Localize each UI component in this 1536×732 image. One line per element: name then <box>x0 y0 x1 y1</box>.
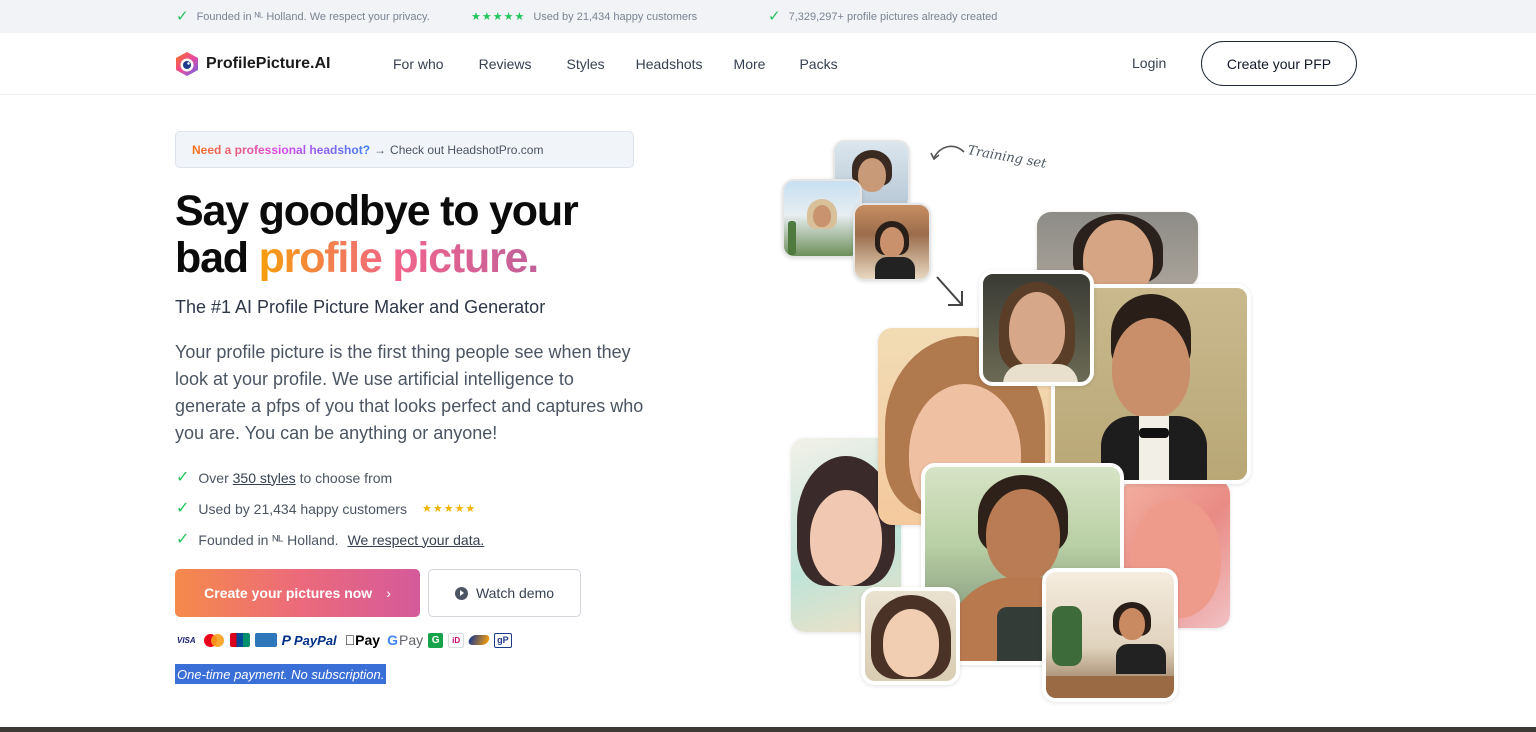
watch-demo-label: Watch demo <box>475 585 555 601</box>
giropay-icon: gP <box>494 632 512 648</box>
styles-link[interactable]: 350 styles <box>233 470 296 486</box>
google-pay-text: Pay <box>388 632 423 648</box>
generated-portrait-anime-small <box>861 587 960 685</box>
training-set-label: Training set <box>966 143 1048 172</box>
rating-stars: ★★★★★ <box>471 11 526 23</box>
nav-link-reviews[interactable]: Reviews <box>479 56 532 72</box>
feature-text-post: to choose from <box>299 469 393 486</box>
apple-pay-icon: Pay <box>344 632 380 648</box>
feature-item-founded: ✓ Founded in ᴺᴸ Holland. We respect your… <box>176 524 484 555</box>
feature-text: Used by 21,434 happy customers <box>198 500 407 517</box>
headline-line-1: Say goodbye to your <box>175 187 579 235</box>
mastercard-icon <box>203 633 225 648</box>
trust-item-customers: ★★★★★ Used by 21,434 happy customers <box>471 0 697 33</box>
rating-stars: ★★★★★ <box>421 503 477 515</box>
logo-text: ProfilePicture.AI <box>206 55 331 72</box>
unionpay-icon <box>229 633 250 647</box>
headline-highlight: profile picture. <box>258 234 540 282</box>
paypal-p: P <box>281 632 292 648</box>
hero-description: Your profile picture is the first thing … <box>175 342 644 443</box>
privacy-link[interactable]: We respect your data. <box>348 532 485 548</box>
logo[interactable]: ProfilePicture.AI <box>174 51 330 77</box>
feature-list: ✓ Over 350 styles to choose from ✓ Used … <box>176 462 484 555</box>
nav-link-for-who[interactable]: For who <box>393 56 444 72</box>
feature-text: Over 350 styles to choose from <box>198 470 392 486</box>
promo-link-text: Check out HeadshotPro.com <box>390 142 544 157</box>
amex-icon <box>254 633 277 647</box>
trust-founded-text: Founded in ᴺᴸ Holland. We respect your p… <box>196 10 430 23</box>
watch-demo-button[interactable]: Watch demo <box>428 569 581 617</box>
subheading: The #1 AI Profile Picture Maker and Gene… <box>175 297 546 317</box>
nav-links: For who Reviews Styles Headshots More Pa… <box>393 33 838 95</box>
check-icon: ✓ <box>176 530 190 548</box>
trust-item-pictures: ✓ 7,329,297+ profile pictures already cr… <box>768 0 997 33</box>
paypal-icon: P PayPal <box>282 632 337 648</box>
create-pictures-button[interactable]: Create your pictures now › <box>175 569 420 617</box>
create-pictures-label: Create your pictures now <box>204 585 373 601</box>
google-g: G <box>376 632 398 648</box>
headshotpro-banner[interactable]: Need a professional headshot? → Check ou… <box>175 131 634 168</box>
feature-text-pre: Over <box>198 469 229 486</box>
generated-portrait-oil <box>979 270 1094 386</box>
feature-item-customers: ✓ Used by 21,434 happy customers ★★★★★ <box>176 493 484 524</box>
visa-icon: VISA <box>177 635 196 645</box>
chevron-right-icon: › <box>386 585 391 601</box>
nav-link-packs[interactable]: Packs <box>799 56 837 72</box>
training-photo-2 <box>782 179 862 258</box>
feature-text: Founded in ᴺᴸ Holland. <box>198 531 339 548</box>
ideal-icon: iD <box>448 632 465 648</box>
nav-link-styles[interactable]: Styles <box>566 56 604 72</box>
check-icon: ✓ <box>768 8 781 25</box>
curved-arrow-icon <box>930 145 965 161</box>
generated-portrait-cafe <box>1042 568 1178 702</box>
headline-bad: bad <box>175 234 249 282</box>
check-icon: ✓ <box>176 8 189 25</box>
trust-pictures-text: 7,329,297+ profile pictures already crea… <box>788 10 998 23</box>
bottom-edge-strip <box>0 727 1536 732</box>
nav-link-headshots[interactable]: Headshots <box>636 56 703 72</box>
create-pfp-button[interactable]: Create your PFP <box>1201 41 1357 86</box>
trust-item-founded: ✓ Founded in ᴺᴸ Holland. We respect your… <box>176 0 430 33</box>
check-icon: ✓ <box>176 468 190 486</box>
payment-methods: VISA P PayPal Pay G Pay G iD gP <box>175 631 512 649</box>
nav-link-more[interactable]: More <box>734 56 766 72</box>
trust-bar: ✓ Founded in ᴺᴸ Holland. We respect your… <box>0 0 1536 33</box>
trust-customers-text: Used by 21,434 happy customers <box>533 10 698 23</box>
page-title: Say goodbye to your bad profile picture. <box>175 188 695 282</box>
g-pay-green-icon: G <box>428 632 444 648</box>
paypal-text: PayPal <box>294 632 337 648</box>
bancontact-icon <box>467 635 491 645</box>
play-icon <box>454 586 468 600</box>
main-nav: ProfilePicture.AI For who Reviews Styles… <box>0 33 1536 95</box>
logo-icon <box>174 51 200 77</box>
arrow-down-right-icon <box>936 276 963 306</box>
training-photo-3 <box>853 203 931 281</box>
feature-item-styles: ✓ Over 350 styles to choose from <box>176 462 484 493</box>
arrow-right-icon: → <box>374 142 387 157</box>
google-pay-icon: G Pay <box>387 632 423 648</box>
one-time-payment-note: One-time payment. No subscription. <box>175 664 387 684</box>
login-link[interactable]: Login <box>1132 55 1166 71</box>
promo-strong-text: Need a professional headshot? <box>192 142 371 157</box>
check-icon: ✓ <box>176 499 190 517</box>
